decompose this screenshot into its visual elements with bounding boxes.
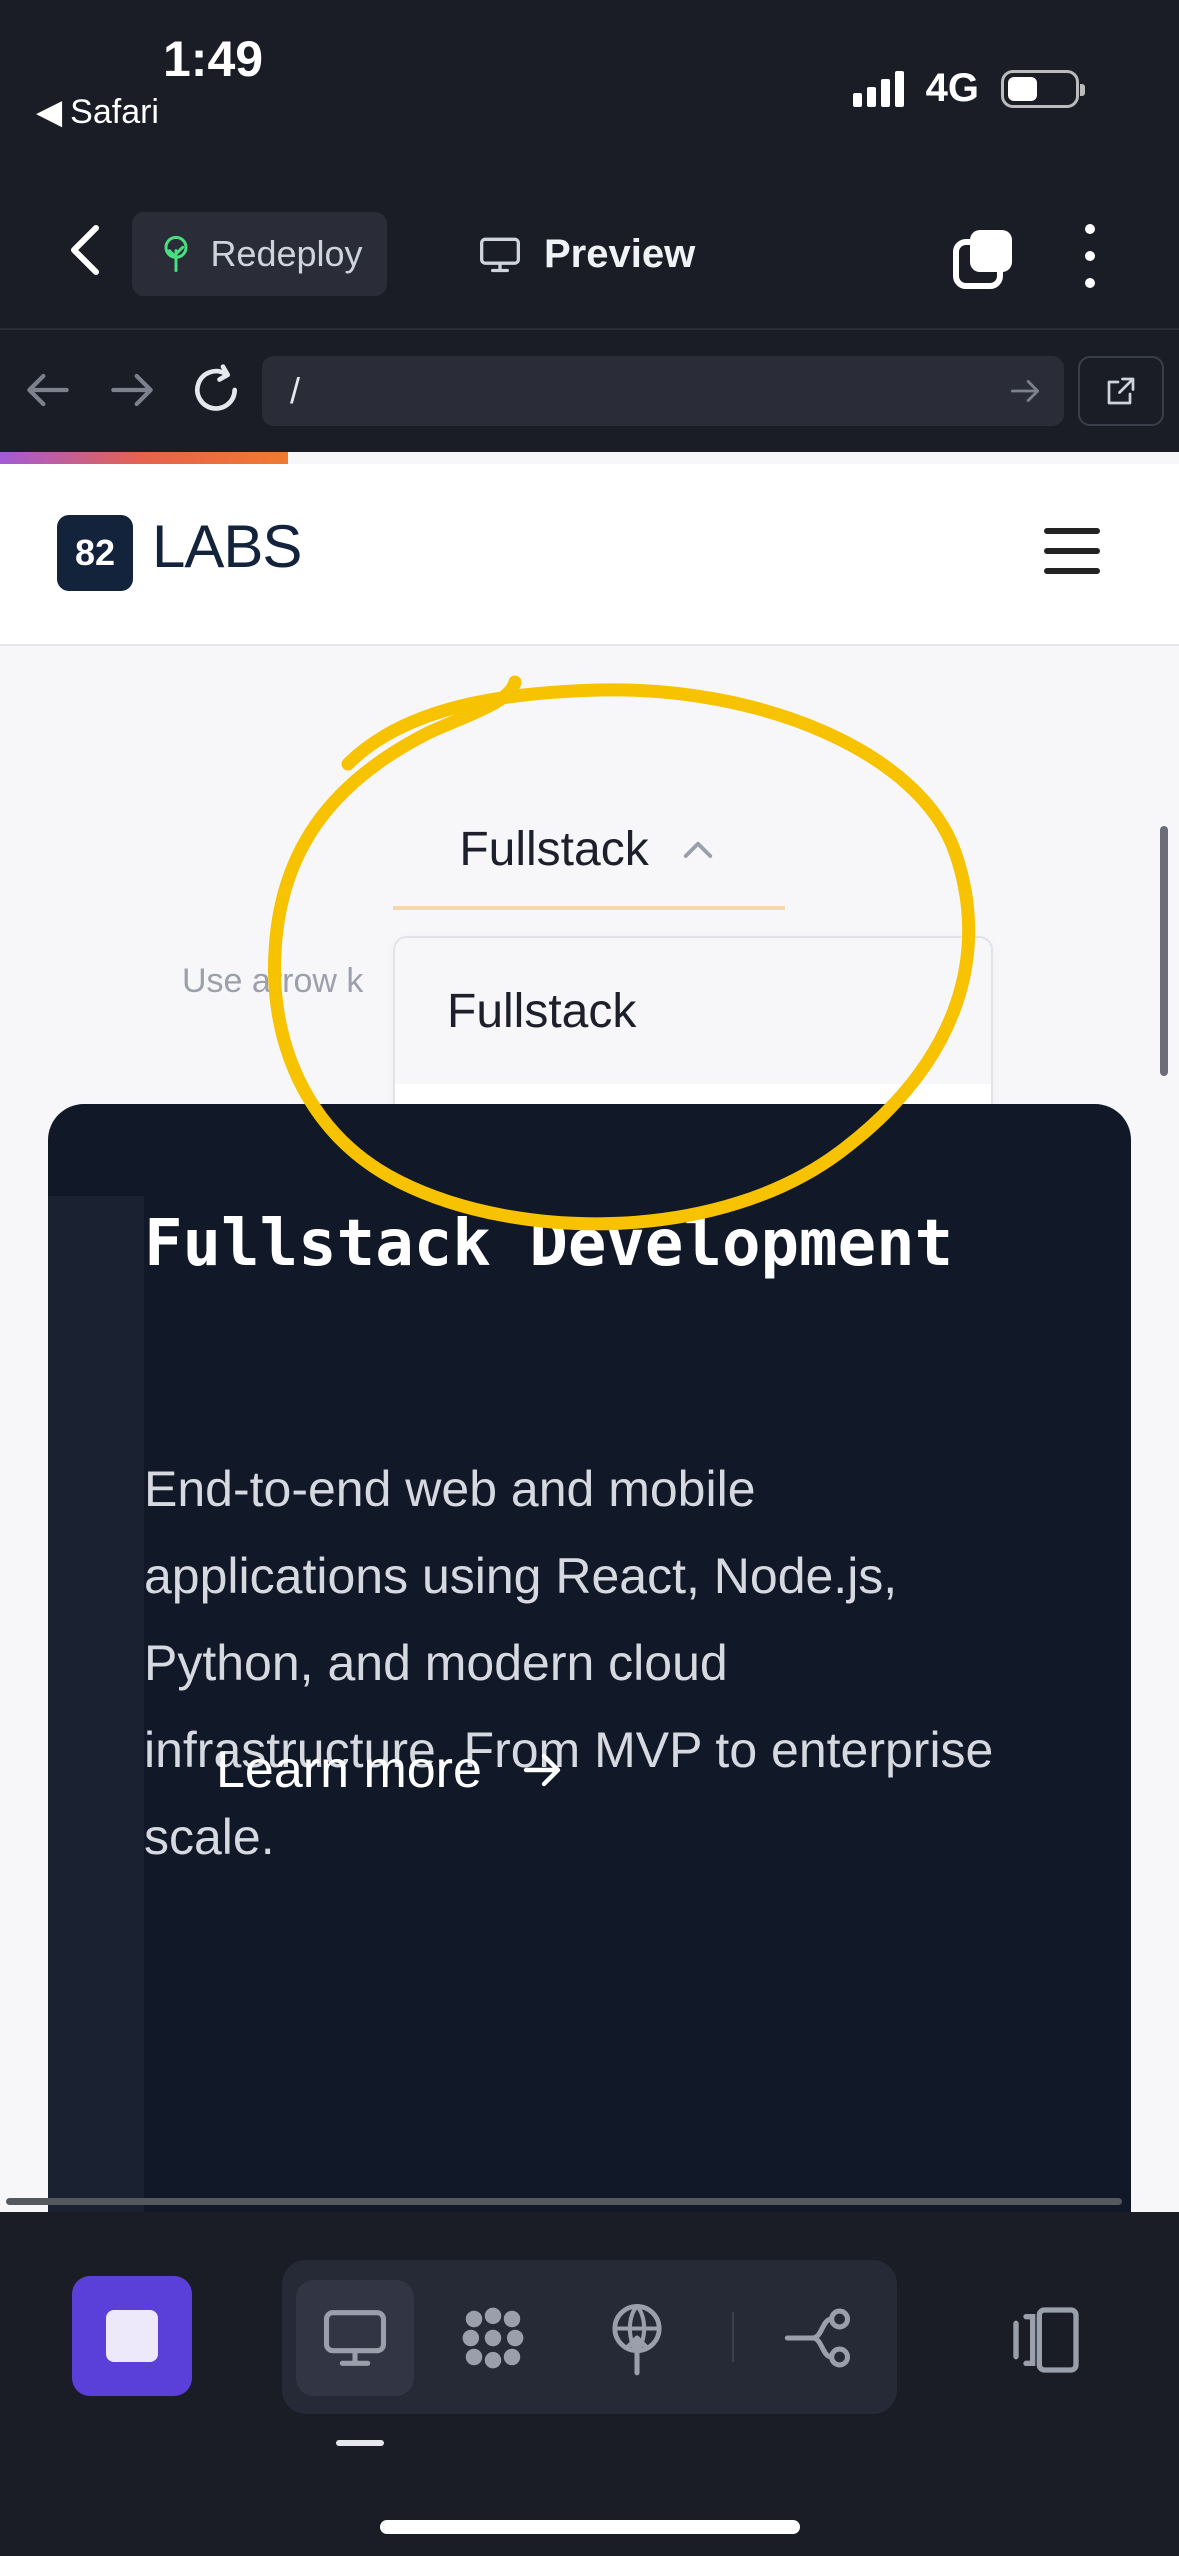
dock-deploy-tab[interactable] xyxy=(578,2280,696,2396)
dock-tabs xyxy=(282,2260,897,2414)
service-select[interactable]: Fullstack xyxy=(393,792,785,910)
helper-text: Use arrow k xyxy=(182,962,364,1000)
dock-divider xyxy=(732,2312,734,2362)
dock-nodes-tab[interactable] xyxy=(434,2280,552,2396)
back-to-app[interactable]: ◀ Safari xyxy=(36,92,159,132)
hamburger-icon[interactable] xyxy=(1044,528,1100,574)
back-app-label: Safari xyxy=(70,92,159,131)
vertical-scrollbar[interactable] xyxy=(1160,826,1168,1076)
arrow-right-icon xyxy=(523,1753,561,1787)
deploy-icon xyxy=(612,2303,662,2376)
select-dropdown-menu: Fullstack xyxy=(393,936,993,1126)
url-text: / xyxy=(290,370,301,411)
preview-button[interactable]: Preview xyxy=(478,212,695,296)
tree-icon xyxy=(164,235,188,273)
battery-icon xyxy=(1001,69,1085,108)
back-triangle-icon: ◀ xyxy=(36,93,63,131)
select-value: Fullstack xyxy=(459,822,649,876)
loading-progress xyxy=(0,452,288,464)
network-type: 4G xyxy=(925,66,979,110)
arrow-right-icon[interactable] xyxy=(104,362,160,418)
monitor-icon xyxy=(480,237,520,273)
monitor-icon xyxy=(323,2310,387,2366)
open-external-button[interactable] xyxy=(1078,356,1164,426)
app-toolbar: Redeploy Preview xyxy=(0,160,1179,330)
stop-button[interactable] xyxy=(72,2276,192,2396)
horizontal-scrollbar[interactable] xyxy=(6,2198,1122,2205)
cluster-icon xyxy=(462,2307,524,2369)
logo-text[interactable]: LABS xyxy=(152,512,302,581)
learn-more-link[interactable]: Learn more xyxy=(216,1710,566,1830)
browser-bar: / xyxy=(0,330,1179,452)
external-link-icon xyxy=(1107,377,1135,405)
reload-icon[interactable] xyxy=(188,362,244,418)
site-header: 82 LABS xyxy=(0,464,1179,646)
chevron-left-icon[interactable] xyxy=(62,222,110,278)
bottom-dock xyxy=(0,2212,1179,2556)
status-time: 1:49 xyxy=(163,31,264,87)
active-tab-indicator xyxy=(336,2440,384,2446)
preview-label: Preview xyxy=(544,231,696,276)
chevron-up-icon xyxy=(683,841,712,858)
card-rail xyxy=(48,1196,144,2212)
side-panel-icon[interactable] xyxy=(1006,2300,1086,2380)
tabs-icon[interactable] xyxy=(952,226,1016,290)
branch-icon xyxy=(784,2308,851,2368)
home-indicator[interactable] xyxy=(380,2520,800,2534)
kebab-icon[interactable] xyxy=(1070,224,1110,288)
dock-branch-tab[interactable] xyxy=(760,2280,878,2396)
service-card: Fullstack Development End-to-end web and… xyxy=(48,1104,1131,2212)
status-bar: 1:49 ◀ Safari 4G xyxy=(0,0,1179,160)
menu-option[interactable]: Fullstack xyxy=(395,938,991,1084)
web-preview: 82 LABS Fullstack Use arrow k e Fullstac… xyxy=(0,452,1179,2212)
redeploy-button[interactable]: Redeploy xyxy=(132,212,387,296)
logo-badge[interactable]: 82 xyxy=(57,515,133,591)
learn-more-label: Learn more xyxy=(216,1741,482,1799)
status-indicators: 4G xyxy=(852,66,1085,111)
arrow-left-icon[interactable] xyxy=(20,362,76,418)
url-input[interactable]: / xyxy=(262,356,1064,426)
redeploy-label: Redeploy xyxy=(210,233,363,274)
signal-icon xyxy=(852,70,904,107)
stop-icon xyxy=(106,2310,158,2362)
arrow-right-icon[interactable] xyxy=(1006,372,1044,410)
dock-preview-tab[interactable] xyxy=(296,2280,414,2396)
card-title: Fullstack Development xyxy=(144,1207,954,1281)
